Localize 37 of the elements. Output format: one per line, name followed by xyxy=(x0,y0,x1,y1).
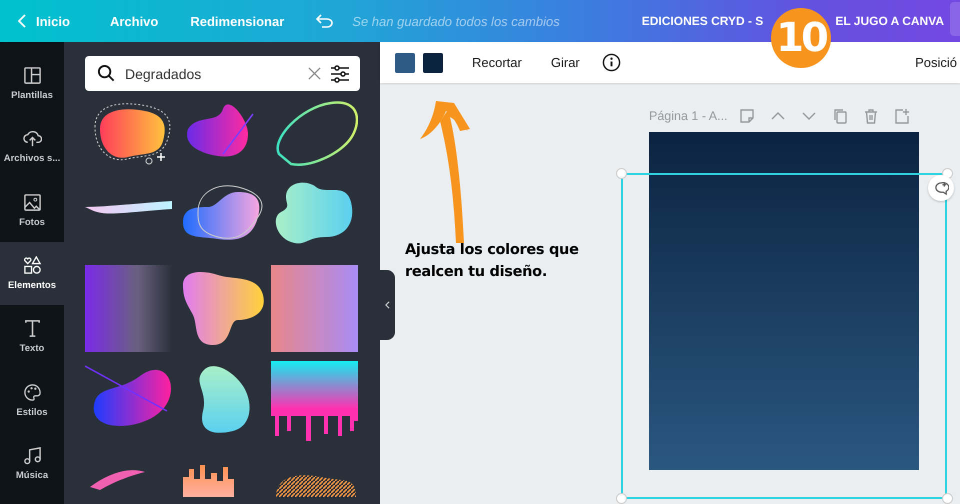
layout-icon xyxy=(22,66,42,86)
color-swatch[interactable] xyxy=(395,52,415,72)
page-label: Página 1 - A... xyxy=(649,109,728,123)
sidebar-tab[interactable]: Elementos xyxy=(0,242,64,306)
undo-icon[interactable] xyxy=(316,14,334,28)
toolbar-button[interactable]: Recortar xyxy=(472,55,522,70)
design-title: EDICIONES CRYD - S xyxy=(642,14,764,28)
palette-icon xyxy=(22,382,42,402)
trash-icon[interactable] xyxy=(863,108,879,124)
filter-sliders-icon[interactable] xyxy=(330,64,350,82)
chevron-left-icon xyxy=(385,301,390,309)
add-page-icon[interactable] xyxy=(894,108,910,124)
search-icon xyxy=(97,64,116,83)
resize-handle[interactable] xyxy=(942,493,953,504)
image-icon xyxy=(22,192,42,212)
resize-handle[interactable] xyxy=(616,168,627,179)
speech-bubble-plus-icon xyxy=(934,180,948,196)
design-title: EL JUGO A CANVA xyxy=(835,14,944,28)
save-status: Se han guardado todos los cambios xyxy=(352,14,560,28)
panel-collapse-tab[interactable] xyxy=(380,270,395,340)
close-icon[interactable] xyxy=(308,67,321,80)
text-icon xyxy=(22,319,42,338)
comment-button[interactable] xyxy=(928,175,954,201)
selection-frame[interactable] xyxy=(621,173,947,499)
shapes-icon xyxy=(22,256,42,276)
position-button[interactable]: Posició xyxy=(915,55,957,70)
info-icon[interactable] xyxy=(602,53,621,72)
color-swatch[interactable] xyxy=(423,52,443,72)
duplicate-icon[interactable] xyxy=(832,108,848,124)
annotation-text: Ajusta los colores que realcen tu diseño. xyxy=(405,241,580,282)
resize-handle[interactable] xyxy=(616,493,627,504)
search-field[interactable]: Degradados xyxy=(85,56,360,91)
cloud-upload-icon xyxy=(22,129,42,148)
toolbar-button[interactable]: Girar xyxy=(550,55,580,70)
note-icon[interactable] xyxy=(739,108,755,124)
chevron-left-icon xyxy=(18,14,26,28)
music-note-icon xyxy=(22,446,42,465)
